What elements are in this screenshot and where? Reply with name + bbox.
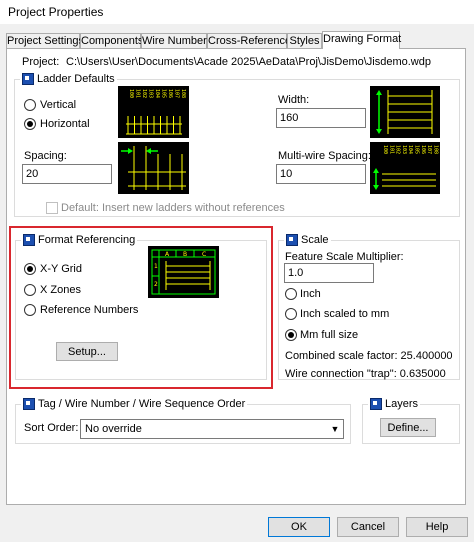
- ladder-number: 108: [180, 89, 186, 98]
- width-label: Width:: [278, 94, 310, 106]
- define-layers-button[interactable]: Define...: [380, 418, 436, 437]
- format-referencing-label: Format Referencing: [38, 234, 136, 246]
- ladder-number: 101: [135, 89, 141, 98]
- project-path: C:\Users\User\Documents\Acade 2025\AeDat…: [66, 56, 431, 68]
- grid-row-2: 2: [154, 281, 158, 288]
- horizontal-radio[interactable]: [24, 118, 36, 130]
- tag-icon: [23, 398, 35, 410]
- default-no-references-label: Default: Insert new ladders without refe…: [61, 202, 285, 214]
- multiwire-number: 102: [395, 145, 401, 154]
- inch-scaled-mm-label: Inch scaled to mm: [300, 308, 390, 320]
- multiwire-number: 104: [407, 145, 413, 154]
- tab-styles[interactable]: Styles: [287, 33, 322, 48]
- inch-scaled-mm-radio[interactable]: [285, 308, 297, 320]
- spacing-preview: [118, 142, 189, 194]
- multiwire-input[interactable]: 10: [276, 164, 366, 184]
- project-label: Project:: [22, 56, 60, 68]
- grid-col-c: C: [202, 251, 206, 258]
- ladder-orientation-preview: 100 101 102 103 104 105 106 107 108: [118, 86, 189, 138]
- ladder-preview-svg: 100 101 102 103 104 105 106 107 108: [126, 89, 186, 135]
- multiwire-number: 108: [432, 145, 438, 154]
- scale-icon: [286, 234, 298, 246]
- width-preview: [370, 86, 440, 138]
- multiwire-number: 103: [401, 145, 407, 154]
- mm-full-size-label: Mm full size: [300, 329, 359, 341]
- ladder-number: 103: [148, 89, 154, 98]
- reference-numbers-label: Reference Numbers: [40, 304, 139, 316]
- scale-title: Scale: [284, 234, 331, 246]
- sort-order-select[interactable]: No override ▼: [80, 419, 344, 439]
- ladder-icon: [22, 73, 34, 85]
- ok-button[interactable]: OK: [268, 517, 330, 537]
- help-button[interactable]: Help: [406, 517, 468, 537]
- inch-radio[interactable]: [285, 288, 297, 300]
- layers-label: Layers: [385, 398, 419, 410]
- tab-project-settings[interactable]: Project Settings: [6, 33, 84, 48]
- x-zones-label: X Zones: [40, 284, 81, 296]
- width-input[interactable]: 160: [276, 108, 366, 128]
- tag-order-title: Tag / Wire Number / Wire Sequence Order: [21, 398, 248, 410]
- xy-grid-radio[interactable]: [24, 263, 36, 275]
- reference-numbers-radio[interactable]: [24, 304, 36, 316]
- spacing-label: Spacing:: [24, 150, 67, 162]
- ladder-number: 104: [154, 89, 160, 98]
- tab-wire-numbers[interactable]: Wire Numbers: [141, 33, 212, 48]
- grid-col-b: B: [183, 251, 187, 258]
- default-no-references-checkbox[interactable]: [46, 202, 58, 214]
- wire-connection-trap: Wire connection "trap": 0.635000: [285, 368, 446, 380]
- ladder-defaults-title: Ladder Defaults: [20, 73, 117, 85]
- window-title: Project Properties: [8, 5, 104, 19]
- tag-order-label: Tag / Wire Number / Wire Sequence Order: [38, 398, 246, 410]
- grid-row-1: 1: [154, 263, 158, 270]
- multiwire-number: 101: [388, 145, 394, 154]
- horizontal-label: Horizontal: [40, 118, 90, 130]
- multiwire-number: 106: [420, 145, 426, 154]
- ladder-number: 100: [128, 89, 134, 98]
- feature-scale-input[interactable]: 1.0: [284, 263, 374, 283]
- format-referencing-title: Format Referencing: [21, 234, 138, 246]
- chevron-down-icon: ▼: [330, 424, 340, 434]
- ladder-defaults-label: Ladder Defaults: [37, 73, 115, 85]
- multiwire-number: 105: [414, 145, 420, 154]
- setup-button[interactable]: Setup...: [56, 342, 118, 361]
- xy-grid-preview: A B C 1 2: [148, 246, 219, 298]
- feature-scale-label: Feature Scale Multiplier:: [285, 251, 404, 263]
- sort-order-label: Sort Order:: [24, 422, 79, 434]
- combined-scale-factor: Combined scale factor: 25.400000: [285, 350, 453, 362]
- mm-full-size-radio[interactable]: [285, 329, 297, 341]
- reference-icon: [23, 234, 35, 246]
- ladder-number: 106: [167, 89, 173, 98]
- layers-title: Layers: [368, 398, 421, 410]
- ladder-number: 107: [174, 89, 180, 98]
- tab-cross-references[interactable]: Cross-References: [207, 33, 297, 48]
- multiwire-label: Multi-wire Spacing:: [278, 150, 371, 162]
- xy-grid-label: X-Y Grid: [40, 263, 82, 275]
- vertical-radio[interactable]: [24, 99, 36, 111]
- inch-label: Inch: [300, 288, 321, 300]
- multiwire-preview: 100 101 102 103 104 105 106 107 108: [370, 142, 440, 194]
- scale-label: Scale: [301, 234, 329, 246]
- tab-drawing-format[interactable]: Drawing Format: [322, 31, 401, 49]
- cancel-button[interactable]: Cancel: [337, 517, 399, 537]
- multiwire-number: 100: [382, 145, 388, 154]
- title-bar: Project Properties: [0, 0, 474, 24]
- ladder-number: 105: [161, 89, 167, 98]
- x-zones-radio[interactable]: [24, 284, 36, 296]
- vertical-label: Vertical: [40, 99, 77, 111]
- multiwire-number: 107: [426, 145, 432, 154]
- tab-components[interactable]: Components: [80, 33, 143, 48]
- sort-order-value: No override: [85, 423, 142, 435]
- ladder-number: 102: [141, 89, 147, 98]
- spacing-input[interactable]: 20: [22, 164, 112, 184]
- layers-icon: [370, 398, 382, 410]
